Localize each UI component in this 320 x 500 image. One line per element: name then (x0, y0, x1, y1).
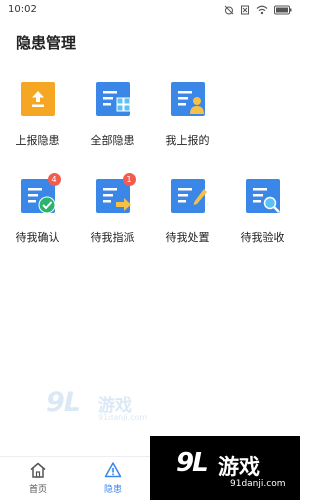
confirm-icon: 4 (20, 173, 61, 214)
all-hazards-icon (95, 82, 130, 116)
notification-badge: 1 (122, 173, 136, 186)
page-title: 隐患管理 (16, 34, 77, 52)
pending-handle-button[interactable]: 待我处置 (150, 173, 225, 253)
home-icon (30, 462, 46, 478)
tile-label: 我上报的 (165, 134, 210, 147)
notification-badge: 4 (47, 173, 61, 186)
corner-logo-url: 91danji.com (230, 479, 286, 489)
inspect-icon (245, 179, 280, 213)
pending-inspect-button[interactable]: 待我验收 (225, 173, 300, 253)
status-bar: 10:02 (0, 0, 300, 20)
corner-brand-logo: 9L 游戏 91danji.com (150, 436, 300, 500)
corner-logo-name: 游戏 (218, 455, 260, 479)
status-icons (224, 4, 292, 16)
tile-label: 待我验收 (240, 231, 285, 244)
handle-icon (170, 179, 207, 213)
tile-label: 待我确认 (15, 231, 60, 244)
pending-confirm-button[interactable]: 4 待我确认 (0, 173, 75, 253)
watermark-url: 91danji.com (98, 413, 148, 422)
tile-label: 上报隐患 (15, 134, 60, 147)
status-time: 10:02 (8, 4, 37, 15)
warning-icon (104, 462, 122, 478)
wifi-icon (256, 5, 268, 15)
alarm-off-icon (224, 5, 234, 15)
all-hazards-button[interactable]: 全部隐患 (75, 76, 150, 156)
sim-off-icon (241, 5, 249, 15)
tile-label: 待我指派 (90, 231, 135, 244)
tab-hazard[interactable]: 隐患 (78, 461, 148, 499)
assign-icon: 1 (95, 173, 136, 213)
tab-home[interactable]: 首页 (3, 461, 73, 499)
tile-label: 待我处置 (165, 231, 210, 244)
battery-icon (274, 5, 292, 15)
upload-icon (20, 82, 55, 116)
tile-label: 全部隐患 (90, 134, 135, 147)
corner-logo-number: 9L (176, 448, 209, 478)
tab-label: 隐患 (103, 485, 122, 495)
watermark-number: 9L (46, 387, 81, 418)
tab-label: 首页 (28, 485, 47, 495)
watermark-logo: 9L 游戏 91danji.com (46, 387, 176, 427)
my-reports-button[interactable]: 我上报的 (150, 76, 225, 156)
my-reports-icon (170, 82, 205, 116)
report-hazard-button[interactable]: 上报隐患 (0, 76, 75, 156)
pending-assign-button[interactable]: 1 待我指派 (75, 173, 150, 253)
